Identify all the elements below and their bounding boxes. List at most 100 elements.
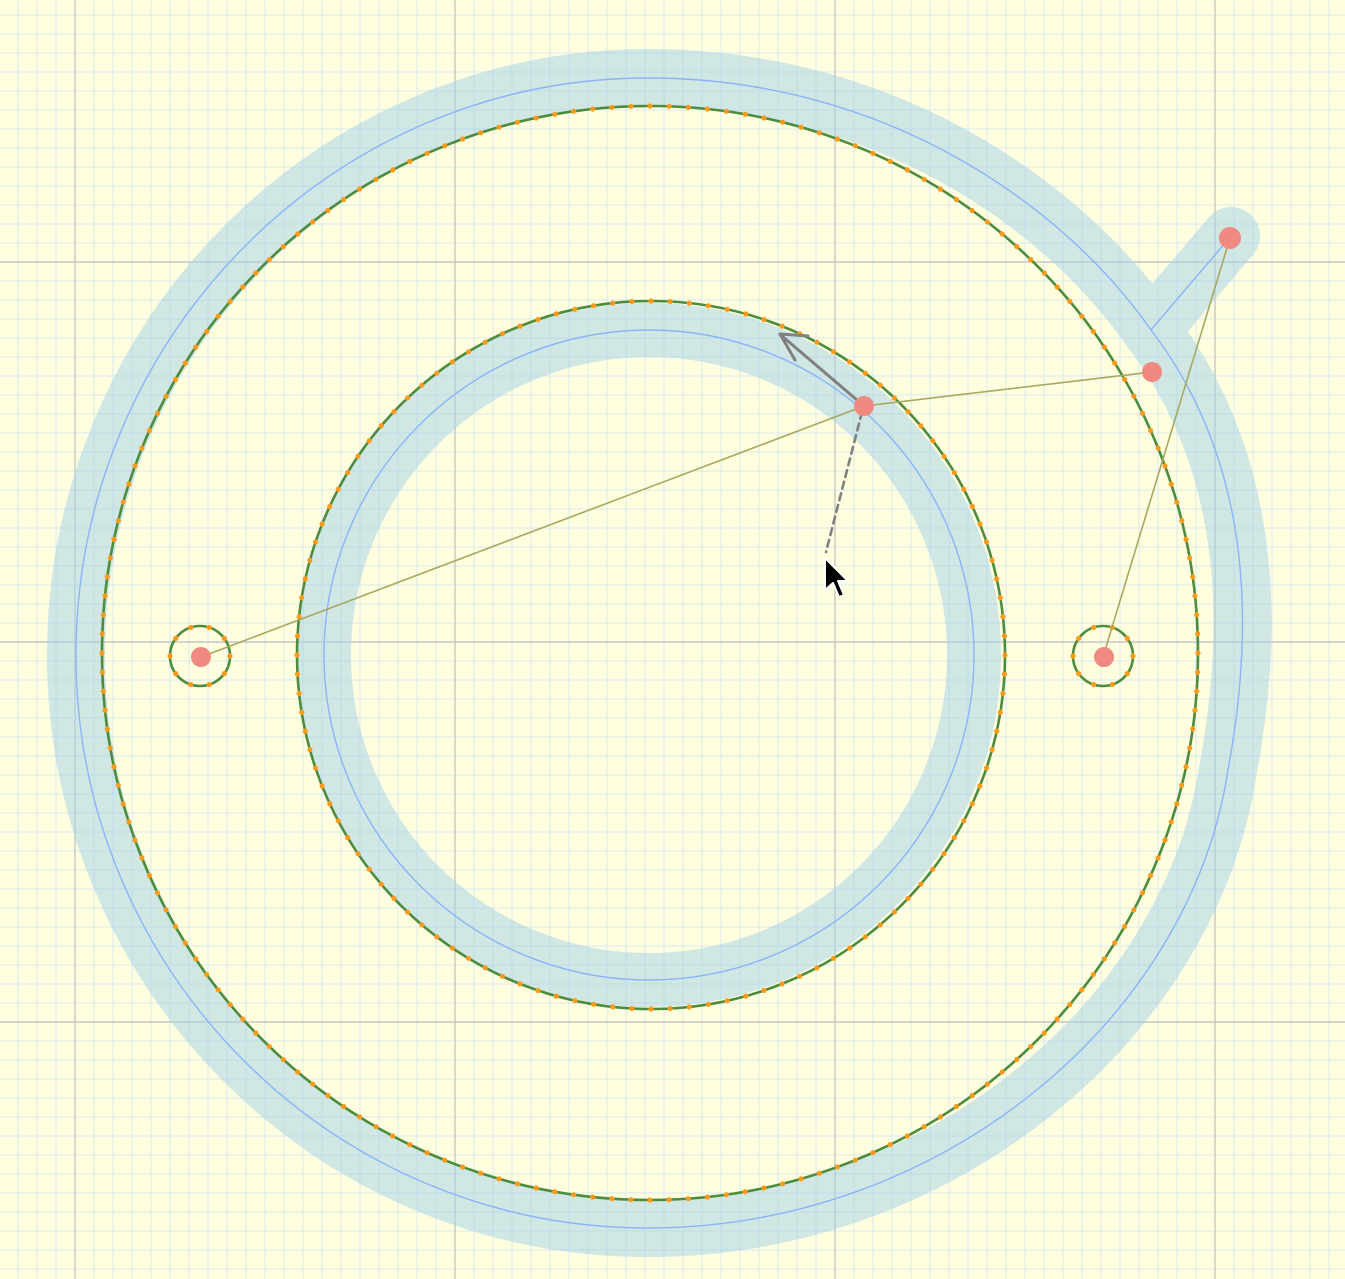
vertex-dot bbox=[666, 103, 672, 109]
vertex-dot bbox=[391, 409, 397, 415]
vertex-dot bbox=[887, 158, 893, 164]
vertex-dot bbox=[1124, 671, 1130, 677]
vertex-dot bbox=[723, 108, 729, 114]
vertex-dot bbox=[1028, 1043, 1034, 1050]
vertex-dot bbox=[1079, 987, 1085, 993]
vertex-dot bbox=[341, 1103, 347, 1110]
vertex-dot bbox=[100, 688, 106, 694]
vertex-dot bbox=[307, 747, 313, 753]
vertex-dot bbox=[648, 1006, 654, 1012]
vertex-dot bbox=[1041, 270, 1047, 276]
vertex-dot bbox=[111, 764, 117, 770]
vertex-dot bbox=[647, 103, 653, 109]
handle-outer-ring[interactable] bbox=[1142, 362, 1162, 382]
vertex-dot bbox=[327, 503, 333, 509]
vertex-dot bbox=[1131, 393, 1137, 399]
vertex-dot bbox=[969, 207, 975, 214]
vertex-dot bbox=[1162, 837, 1168, 843]
vertex-dot bbox=[499, 331, 505, 337]
vertex-dot bbox=[206, 681, 212, 688]
vertex-dot bbox=[1190, 574, 1196, 580]
vertex-dot bbox=[1122, 923, 1128, 930]
vertex-dot bbox=[814, 339, 820, 345]
vertex-dot bbox=[862, 934, 868, 940]
vertex-dot bbox=[743, 993, 749, 999]
vertex-dot bbox=[742, 111, 748, 117]
vertex-dot bbox=[1194, 688, 1200, 694]
vertex-dot bbox=[1174, 801, 1180, 807]
vertex-dot bbox=[295, 231, 301, 237]
vertex-dot bbox=[253, 1030, 259, 1036]
vertex-dot bbox=[591, 303, 597, 309]
vertex-dot bbox=[1139, 890, 1146, 896]
vertex-dot bbox=[1187, 555, 1193, 561]
drawing-canvas[interactable] bbox=[0, 0, 1345, 1279]
vertex-dot bbox=[355, 453, 361, 459]
vertex-dot bbox=[482, 339, 488, 345]
vertex-dot bbox=[373, 176, 379, 182]
vertex-dot bbox=[905, 409, 911, 415]
vertex-dot bbox=[553, 993, 559, 999]
arrow-pointer-icon bbox=[824, 557, 849, 598]
vertex-dot bbox=[761, 115, 767, 121]
vertex-dot bbox=[1079, 313, 1085, 319]
vertex-dot bbox=[102, 593, 108, 599]
vertex-dot bbox=[609, 1196, 615, 1202]
vertex-dot bbox=[407, 1142, 413, 1148]
vertex-dot bbox=[146, 427, 152, 434]
handle-left-center[interactable] bbox=[191, 647, 211, 667]
vertex-dot bbox=[1148, 427, 1154, 434]
vertex-dot bbox=[307, 557, 313, 563]
vertex-dot bbox=[357, 1114, 363, 1120]
vertex-dot bbox=[378, 423, 384, 429]
vertex-dot bbox=[172, 376, 178, 383]
vertex-dot bbox=[590, 106, 596, 112]
handle-path-end[interactable] bbox=[1219, 227, 1241, 249]
vertex-dot bbox=[390, 1133, 396, 1139]
vertex-dot bbox=[1130, 653, 1136, 659]
vertex-dot bbox=[610, 1004, 616, 1010]
vertex-dot bbox=[761, 1185, 767, 1191]
vertex-dot bbox=[590, 1194, 596, 1200]
vertex-dot bbox=[296, 690, 302, 696]
vertex-dot bbox=[215, 313, 221, 319]
vertex-dot bbox=[517, 981, 523, 987]
vertex-dot bbox=[1076, 635, 1082, 642]
vertex-dot bbox=[204, 328, 210, 335]
vertex-dot bbox=[1067, 298, 1073, 304]
vertex-dot bbox=[797, 973, 803, 979]
vertex-dot bbox=[553, 311, 559, 317]
vertex-dot bbox=[977, 783, 983, 789]
vertex-dot bbox=[891, 909, 898, 915]
vertex-dot bbox=[904, 1133, 910, 1139]
vertex-dot bbox=[533, 115, 539, 121]
vertex-dot bbox=[294, 633, 301, 639]
vertex-dot bbox=[1124, 635, 1130, 642]
vertex-dot bbox=[572, 306, 578, 312]
vertex-dot bbox=[341, 196, 347, 203]
vertex-dot bbox=[496, 1176, 502, 1182]
vertex-dot bbox=[100, 612, 106, 618]
vertex-dot bbox=[1091, 681, 1097, 688]
vertex-dot bbox=[941, 453, 947, 459]
vertex-dot bbox=[798, 1176, 804, 1182]
vertex-dot bbox=[1070, 653, 1076, 659]
vertex-dot bbox=[182, 940, 188, 946]
vertex-dot bbox=[977, 521, 983, 527]
vertex-dot bbox=[517, 323, 523, 329]
vertex-dot bbox=[953, 196, 960, 203]
vertex-dot bbox=[930, 866, 936, 872]
vertex-dot bbox=[215, 987, 221, 993]
vertex-dot bbox=[1195, 669, 1201, 675]
vertex-dot bbox=[253, 270, 259, 276]
vertex-dot bbox=[107, 745, 113, 751]
vertex-dot bbox=[173, 671, 179, 677]
vertex-dot bbox=[460, 136, 466, 142]
vertex-dot bbox=[449, 359, 455, 365]
vertex-dot bbox=[240, 284, 246, 290]
handle-inner-ring[interactable] bbox=[854, 396, 874, 416]
vertex-dot bbox=[1168, 819, 1174, 825]
vertex-dot bbox=[312, 765, 319, 771]
vertex-dot bbox=[373, 1124, 379, 1130]
handle-right-center[interactable] bbox=[1094, 647, 1114, 667]
